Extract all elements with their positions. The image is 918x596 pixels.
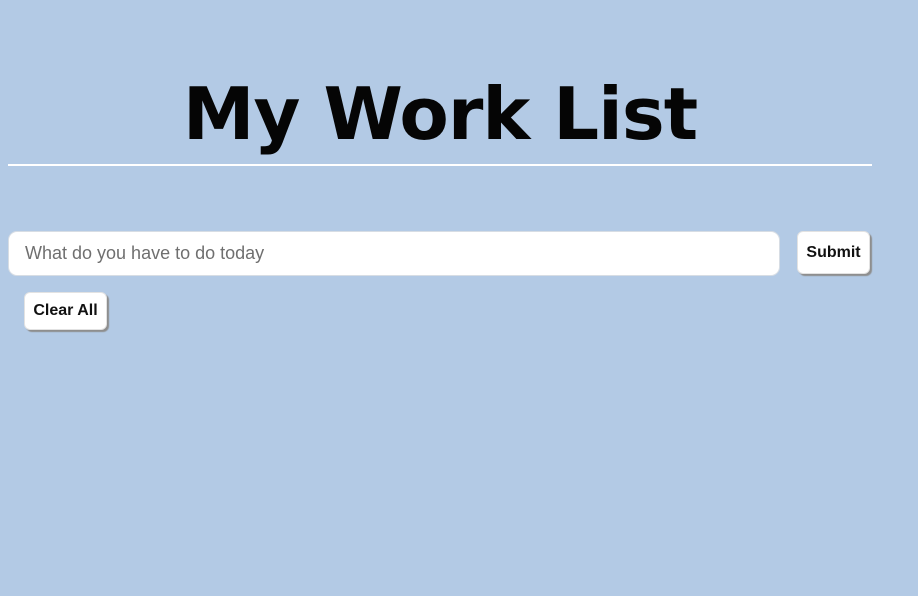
page-title: My Work List: [182, 72, 698, 156]
submit-button[interactable]: Submit: [797, 231, 870, 274]
todo-input[interactable]: [8, 231, 780, 276]
clear-all-button[interactable]: Clear All: [24, 292, 107, 330]
page-header: My Work List: [8, 60, 872, 166]
